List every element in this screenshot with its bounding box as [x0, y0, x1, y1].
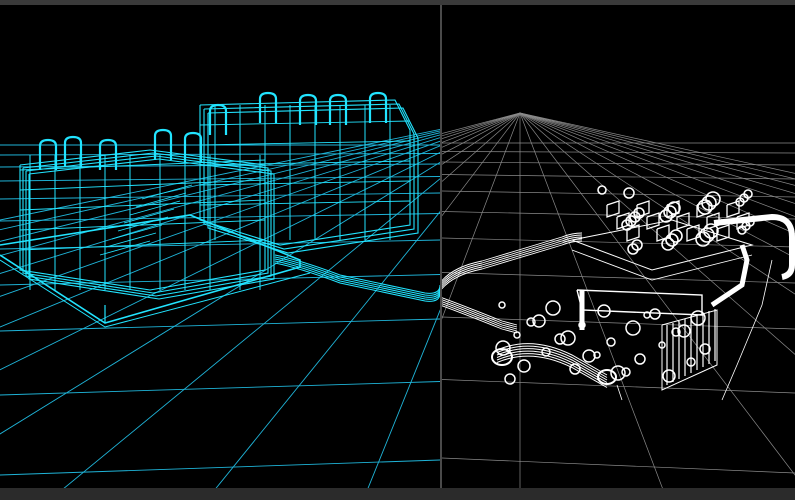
left-viewport-canvas: [0, 91, 440, 488]
viewport-right[interactable]: [442, 5, 795, 488]
viewport-frame: [0, 0, 795, 500]
right-ground-grid: [442, 112, 795, 488]
right-viewport-canvas: [442, 112, 795, 488]
bottom-status-strip: [0, 488, 795, 500]
left-plant-wireframe: [0, 91, 440, 328]
viewport-left[interactable]: [0, 5, 440, 488]
